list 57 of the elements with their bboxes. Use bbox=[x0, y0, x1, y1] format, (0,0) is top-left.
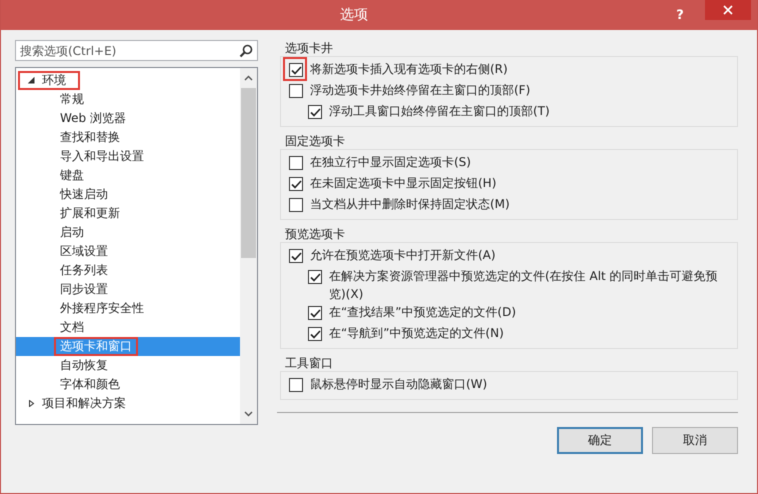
checkbox-label: 在“导航到”中预览选定的文件(N) bbox=[329, 325, 505, 342]
tree-item[interactable]: 环境 bbox=[16, 71, 240, 90]
checkbox[interactable] bbox=[289, 63, 303, 77]
checkbox[interactable] bbox=[308, 327, 322, 341]
dialog-button[interactable]: 确定 bbox=[557, 427, 643, 454]
checkbox[interactable] bbox=[289, 198, 303, 212]
checkbox-label: 在未固定选项卡中显示固定按钮(H) bbox=[310, 175, 498, 192]
checkbox[interactable] bbox=[289, 249, 303, 263]
checkbox[interactable] bbox=[289, 177, 303, 191]
checkbox[interactable] bbox=[289, 84, 303, 98]
checkbox[interactable] bbox=[308, 105, 322, 119]
search-icon bbox=[239, 44, 253, 58]
scroll-thumb[interactable] bbox=[241, 88, 256, 258]
help-button[interactable]: ? bbox=[667, 2, 693, 28]
group-title: 选项卡井 bbox=[284, 40, 334, 56]
group-title: 预览选项卡 bbox=[284, 226, 346, 242]
group-title: 工具窗口 bbox=[284, 355, 334, 371]
checkbox-label: 将新选项卡插入现有选项卡的右侧(R) bbox=[310, 61, 509, 78]
tree-item[interactable]: 自动恢复 bbox=[16, 356, 240, 375]
tree-item[interactable]: 导入和导出设置 bbox=[16, 147, 240, 166]
checkbox-label: 浮动工具窗口始终停留在主窗口的顶部(T) bbox=[329, 103, 551, 120]
tree-item[interactable]: 启动 bbox=[16, 223, 240, 242]
checkbox-label: 当文档从井中删除时保持固定状态(M) bbox=[310, 196, 511, 213]
checkbox-label: 允许在预览选项卡中打开新文件(A) bbox=[310, 247, 497, 264]
checkbox[interactable] bbox=[289, 156, 303, 170]
checkbox-label: 在解决方案资源管理器中预览选定的文件(在按住 Alt 的同时单击可避免预览)(X) bbox=[329, 268, 719, 303]
group-title: 固定选项卡 bbox=[284, 133, 346, 149]
tree-item[interactable]: 键盘 bbox=[16, 166, 240, 185]
checkbox[interactable] bbox=[308, 306, 322, 320]
scrollbar[interactable] bbox=[240, 68, 257, 424]
tree-item[interactable]: Web 浏览器 bbox=[16, 109, 240, 128]
dialog-button[interactable]: 取消 bbox=[652, 427, 738, 454]
tree-item[interactable]: 项目和解决方案 bbox=[16, 394, 240, 413]
collapsed-icon[interactable] bbox=[28, 400, 35, 407]
scroll-up-icon[interactable] bbox=[244, 75, 253, 81]
checkbox-label: 在独立行中显示固定选项卡(S) bbox=[310, 154, 472, 171]
tree-item[interactable]: 查找和替换 bbox=[16, 128, 240, 147]
checkbox[interactable] bbox=[289, 378, 303, 392]
checkbox[interactable] bbox=[308, 270, 322, 284]
close-icon bbox=[723, 5, 733, 15]
tree-item[interactable]: 扩展和更新 bbox=[16, 204, 240, 223]
checkbox-label: 浮动选项卡井始终停留在主窗口的顶部(F) bbox=[310, 82, 532, 99]
tree-item[interactable]: 常规 bbox=[16, 90, 240, 109]
tree-item[interactable]: 任务列表 bbox=[16, 261, 240, 280]
scroll-down-icon[interactable] bbox=[244, 411, 253, 417]
expanded-icon[interactable] bbox=[28, 77, 35, 84]
checkbox-label: 鼠标悬停时显示自动隐藏窗口(W) bbox=[310, 376, 488, 393]
close-button[interactable] bbox=[705, 0, 751, 20]
search-field[interactable]: 搜索选项(Ctrl+E) bbox=[15, 40, 258, 61]
tree-item[interactable]: 快速启动 bbox=[16, 185, 240, 204]
tree-item[interactable]: 区域设置 bbox=[16, 242, 240, 261]
tree-item[interactable]: 文档 bbox=[16, 318, 240, 337]
checkbox-label: 在“查找结果”中预览选定的文件(D) bbox=[329, 304, 518, 321]
tree-item[interactable]: 外接程序安全性 bbox=[16, 299, 240, 318]
tree-item[interactable]: 同步设置 bbox=[16, 280, 240, 299]
window-title: 选项 bbox=[339, 6, 369, 24]
tree-item[interactable]: 字体和颜色 bbox=[16, 375, 240, 394]
